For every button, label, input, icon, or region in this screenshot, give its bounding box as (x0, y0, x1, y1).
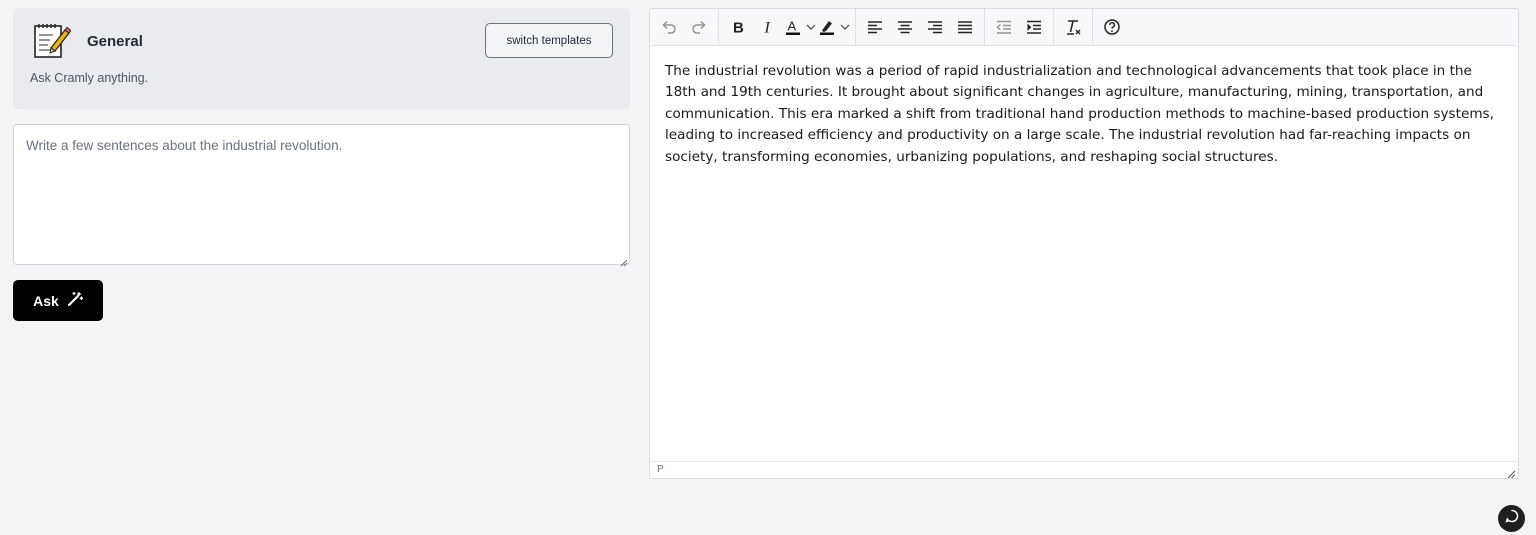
chat-launcher-button[interactable] (1498, 505, 1525, 532)
text-color-icon[interactable]: A (783, 13, 817, 41)
undo-icon[interactable] (654, 13, 684, 41)
svg-text:B: B (733, 20, 744, 37)
bold-icon[interactable]: B (723, 13, 753, 41)
template-title: General (87, 33, 143, 50)
ask-button[interactable]: Ask (13, 280, 103, 321)
element-path[interactable]: P (657, 464, 664, 475)
indent-icon[interactable] (1019, 13, 1049, 41)
editor-resize-handle-icon[interactable] (1506, 466, 1516, 478)
magic-wand-icon (67, 291, 84, 310)
memo-pencil-icon (31, 20, 72, 60)
editor-content[interactable]: The industrial revolution was a period o… (665, 61, 1504, 168)
align-right-icon[interactable] (920, 13, 950, 41)
outdent-icon[interactable] (989, 13, 1019, 41)
editor-statusbar: P (650, 461, 1518, 478)
svg-text:I: I (764, 20, 771, 37)
rich-text-editor: B I A The industrial revolution was a pe… (649, 8, 1519, 479)
resize-handle-icon[interactable] (619, 254, 628, 267)
help-icon[interactable] (1097, 13, 1127, 41)
svg-text:A: A (788, 19, 797, 34)
ask-button-label: Ask (33, 292, 59, 309)
redo-icon[interactable] (684, 13, 714, 41)
align-left-icon[interactable] (860, 13, 890, 41)
prompt-input[interactable] (13, 124, 630, 265)
template-card: General Ask Cramly anything. switch temp… (13, 8, 630, 109)
italic-icon[interactable]: I (753, 13, 783, 41)
highlight-color-icon[interactable] (817, 13, 851, 41)
switch-templates-button[interactable]: switch templates (485, 23, 613, 58)
editor-toolbar: B I A (650, 9, 1518, 46)
align-center-icon[interactable] (890, 13, 920, 41)
chat-bubble-icon (1504, 509, 1519, 528)
align-justify-icon[interactable] (950, 13, 980, 41)
clear-formatting-icon[interactable] (1058, 13, 1088, 41)
template-description: Ask Cramly anything. (30, 71, 149, 85)
